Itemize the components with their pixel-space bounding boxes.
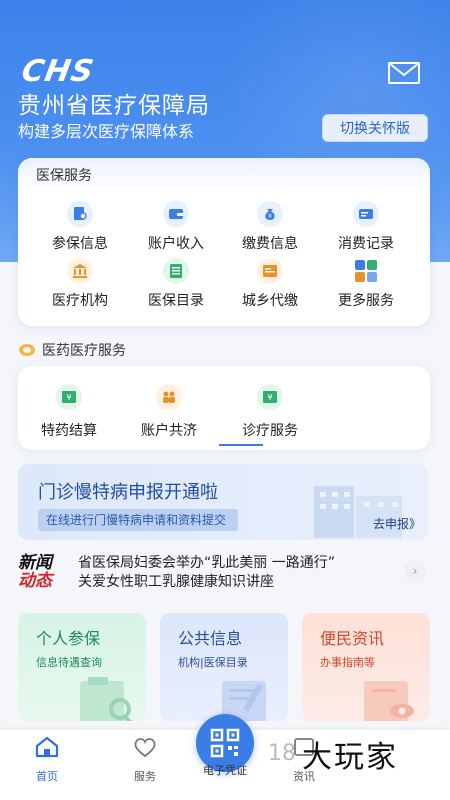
wallet-icon: [163, 201, 189, 227]
document-search-icon: [67, 201, 93, 227]
receipt-icon: [257, 258, 283, 284]
news-headline-line1: 省医保局妇委会举办“乳此美丽 一路通行”: [78, 555, 335, 571]
banner-title: 门诊慢特病申报开通啦: [38, 482, 218, 503]
service-more[interactable]: 更多服务: [321, 258, 411, 310]
pharma-services-card: ¥ 特药结算 账户共济 ¥ 诊疗服务: [18, 366, 430, 450]
watermark-text: 大玩家: [302, 740, 398, 775]
pill-icon: [19, 344, 35, 356]
money-bag-icon: ¥: [257, 201, 283, 227]
e-certificate-label: 电子凭证: [203, 764, 247, 777]
service-label: 消费记录: [338, 236, 394, 252]
page-slogan: 构建多层次医疗保障体系: [18, 122, 195, 141]
institution-icon: [67, 258, 93, 284]
service-payment-info[interactable]: ¥ 缴费信息: [225, 201, 315, 253]
news-headline: 省医保局妇委会举办“乳此美丽 一路通行” 关爱女性职工乳腺健康知识讲座: [78, 554, 335, 592]
tile-title: 便民资讯: [320, 629, 385, 648]
pharma-section-header: 医药医疗服务: [18, 340, 126, 360]
service-label: 更多服务: [338, 293, 394, 309]
active-indicator: [219, 444, 263, 446]
service-label: 账户共济: [141, 423, 197, 439]
insurance-services-title: 医保服务: [36, 168, 92, 184]
service-account-mutual-aid[interactable]: 账户共济: [124, 384, 214, 440]
apply-link[interactable]: 去申报》: [373, 515, 421, 532]
tab-service[interactable]: 服务: [115, 736, 175, 784]
news-logo: 新闻 动态: [18, 554, 68, 590]
care-mode-button[interactable]: 切换关怀版: [322, 114, 428, 142]
card-record-icon: [353, 201, 379, 227]
pharma-section-title: 医药医疗服务: [42, 343, 126, 359]
service-consumption-record[interactable]: 消费记录: [321, 201, 411, 253]
family-icon: [156, 384, 182, 410]
service-medical-institution[interactable]: 医疗机构: [35, 258, 125, 310]
service-special-drug-settlement[interactable]: ¥ 特药结算: [24, 384, 114, 440]
bill-icon: ¥: [56, 384, 82, 410]
tile-title: 公共信息: [178, 629, 243, 648]
heart-icon: [134, 738, 156, 758]
tile-subtitle: 信息待遇查询: [36, 656, 102, 669]
service-insurance-catalog[interactable]: 医保目录: [131, 258, 221, 310]
news-ticker[interactable]: 新闻 动态 省医保局妇委会举办“乳此美丽 一路通行” 关爱女性职工乳腺健康知识讲…: [0, 548, 450, 600]
tile-personal-insurance[interactable]: 个人参保 信息待遇查询: [18, 613, 146, 721]
banner-subtitle: 在线进行门慢特病申请和资料提交: [38, 509, 239, 531]
tile-convenience-info[interactable]: 便民资讯 办事指南等: [302, 613, 430, 721]
service-urban-rural-payment[interactable]: 城乡代缴: [225, 258, 315, 310]
news-logo-line1: 新闻: [18, 553, 52, 573]
watermark-number: 18: [268, 741, 296, 766]
tab-home[interactable]: 首页: [17, 736, 77, 784]
tile-public-info[interactable]: 公共信息 机构|医保目录: [160, 613, 288, 721]
svg-text:¥: ¥: [267, 393, 272, 402]
service-label: 城乡代缴: [242, 293, 298, 309]
service-label: 诊疗服务: [242, 423, 298, 439]
service-account-income[interactable]: 账户收入: [131, 201, 221, 253]
service-label: 特药结算: [41, 423, 97, 439]
service-label: 医保目录: [148, 293, 204, 309]
bill-icon: ¥: [257, 384, 283, 410]
tile-subtitle: 办事指南等: [320, 656, 375, 669]
eye-document-icon: [364, 681, 414, 721]
chs-logo: CHS: [18, 54, 97, 89]
insurance-services-card: 医保服务 参保信息 账户收入 ¥ 缴费信息 消费记录 医疗机构 医保目录 城乡代…: [18, 158, 430, 326]
tile-subtitle: 机构|医保目录: [178, 656, 248, 669]
list-icon: [163, 258, 189, 284]
tab-label: 服务: [134, 770, 156, 783]
service-label: 账户收入: [148, 236, 204, 252]
service-label: 缴费信息: [242, 236, 298, 252]
news-headline-line2: 关爱女性职工乳腺健康知识讲座: [78, 574, 274, 590]
mail-icon[interactable]: [388, 62, 420, 84]
grid-icon: [353, 258, 379, 284]
magnifier-document-icon: [80, 677, 134, 721]
news-logo-line2: 动态: [18, 571, 52, 591]
home-icon: [35, 736, 59, 758]
tab-label: 首页: [36, 770, 58, 783]
svg-text:¥: ¥: [268, 213, 272, 220]
service-label: 参保信息: [52, 236, 108, 252]
chevron-right-icon[interactable]: ›: [404, 560, 426, 582]
qr-code-icon: [210, 728, 240, 758]
service-label: 医疗机构: [52, 293, 108, 309]
svg-text:¥: ¥: [66, 393, 71, 402]
service-diagnosis-treatment[interactable]: ¥ 诊疗服务: [225, 384, 315, 440]
chronic-disease-banner[interactable]: 门诊慢特病申报开通啦 在线进行门慢特病申请和资料提交 去申报》: [18, 464, 428, 540]
page-title: 贵州省医疗保障局: [18, 93, 210, 119]
service-insured-info[interactable]: 参保信息: [35, 201, 125, 253]
tile-title: 个人参保: [36, 629, 101, 648]
